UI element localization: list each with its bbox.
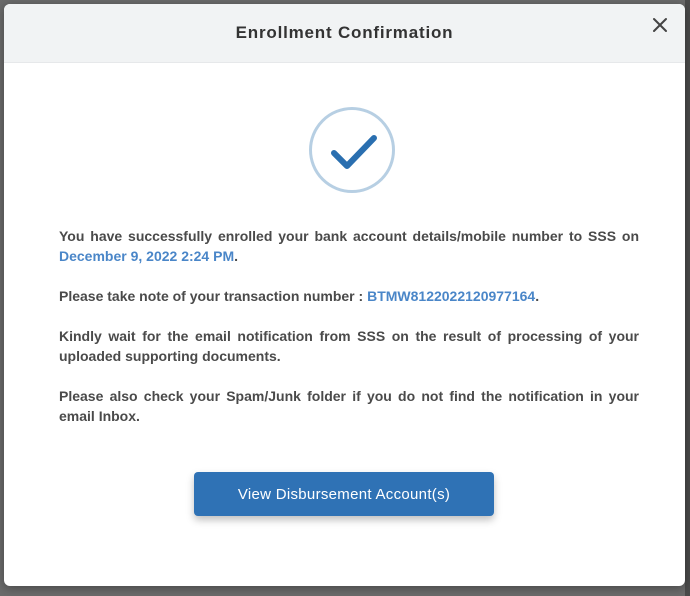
page-edge	[685, 0, 690, 596]
checkmark-icon	[331, 135, 377, 169]
view-disbursement-accounts-button[interactable]: View Disbursement Account(s)	[194, 472, 494, 516]
spam-folder-note: Please also check your Spam/Junk folder …	[59, 388, 639, 424]
success-check-circle	[309, 107, 395, 193]
transaction-number: BTMW8122022120977164	[367, 288, 536, 304]
confirmation-message: You have successfully enrolled your bank…	[59, 226, 639, 446]
transaction-note: Please take note of your transaction num…	[59, 288, 540, 304]
enrollment-confirmation-modal: Enrollment Confirmation You have success…	[4, 4, 685, 586]
email-notification-note: Kindly wait for the email notification f…	[59, 328, 639, 364]
enrollment-success-text: You have successfully enrolled your bank…	[59, 228, 639, 264]
close-button[interactable]	[649, 14, 671, 36]
close-icon	[653, 18, 667, 32]
modal-header: Enrollment Confirmation	[4, 4, 685, 63]
modal-title: Enrollment Confirmation	[235, 23, 454, 42]
enrollment-date: December 9, 2022 2:24 PM	[59, 248, 235, 264]
